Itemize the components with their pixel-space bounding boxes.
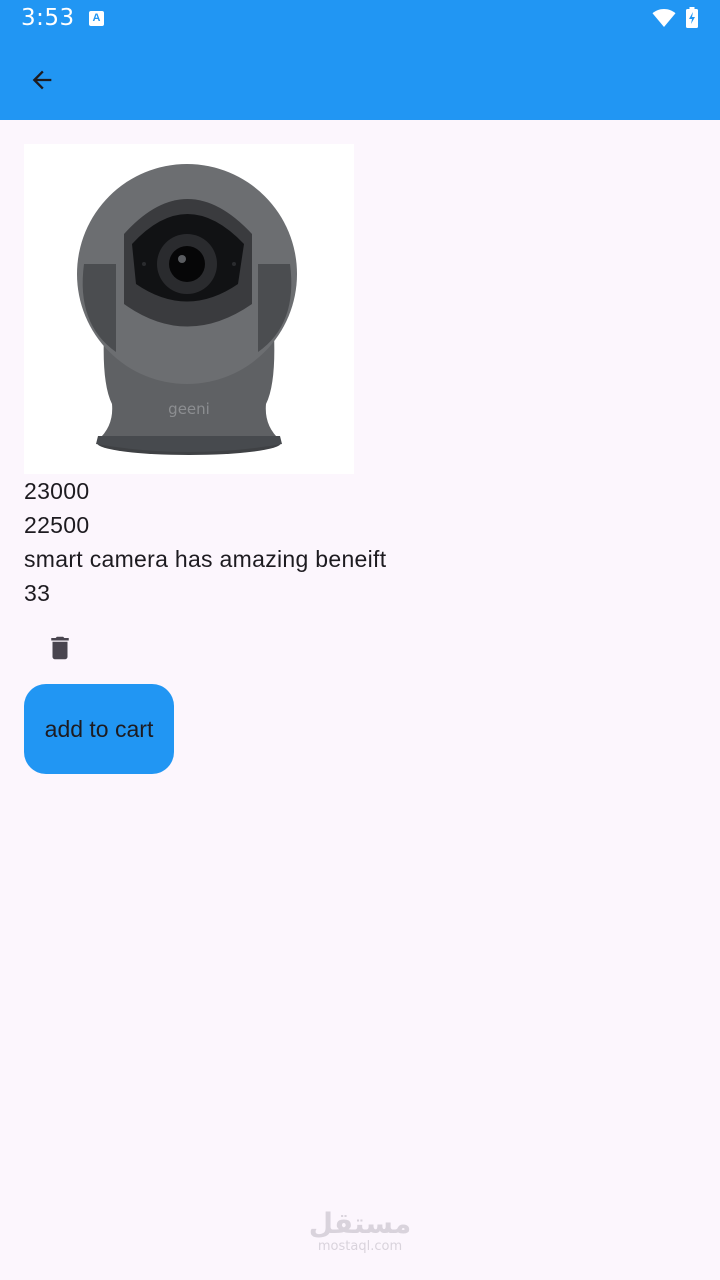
camera-image: geeni [24,144,354,474]
a-notification-icon: A [89,11,104,26]
product-details: geeni 23000 22500 smart camera has amazi… [24,144,696,774]
watermark: مستقل mostaql.com [300,1208,420,1254]
battery-charging-icon [686,7,698,28]
product-discount-price: 22500 [24,512,90,538]
product-description: smart camera has amazing beneift [24,546,387,572]
arrow-back-icon [32,70,52,90]
delete-button[interactable] [36,624,84,672]
add-to-cart-button[interactable]: add to cart [24,684,174,774]
back-button[interactable] [18,56,66,104]
trash-icon [51,636,69,660]
product-price: 23000 [24,478,90,504]
watermark-arabic: مستقل [308,1207,412,1240]
watermark-latin: mostaql.com [317,1239,403,1254]
camera-logo: geeni [168,400,210,418]
app-bar [0,38,720,120]
status-time: 3:53 [21,5,75,31]
status-bar: 3:53 A [0,0,720,38]
wifi-icon [652,9,676,27]
product-quantity: 33 [24,580,51,606]
